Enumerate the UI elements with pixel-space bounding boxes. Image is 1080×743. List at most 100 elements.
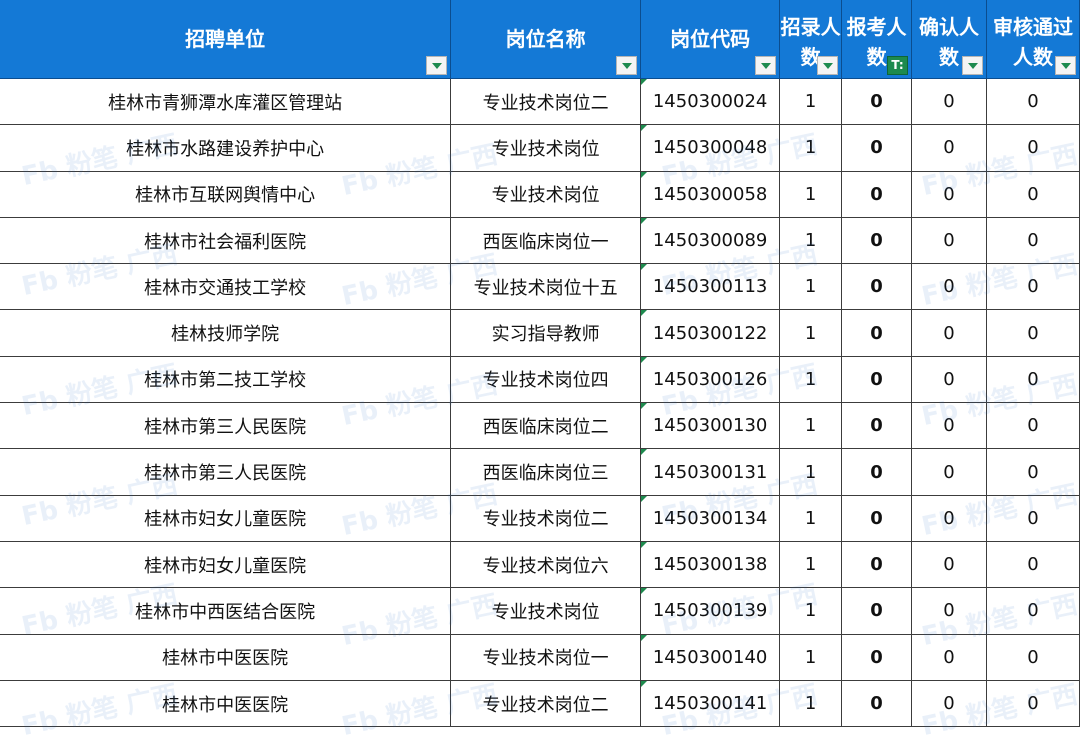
cell-position[interactable]: 专业技术岗位一	[450, 634, 642, 681]
cell-unit[interactable]: 桂林市中医医院	[0, 634, 452, 681]
cell-code[interactable]: 1450300122	[640, 309, 781, 357]
cell-hire-count[interactable]: 1	[779, 356, 843, 404]
cell-hire-count[interactable]: 1	[779, 78, 843, 126]
cell-confirm-count[interactable]: 0	[911, 217, 987, 265]
filter-dropdown-icon[interactable]	[426, 56, 448, 75]
cell-hire-count[interactable]: 1	[779, 171, 843, 218]
cell-unit[interactable]: 桂林市中西医结合医院	[0, 587, 452, 635]
cell-approved-count[interactable]: 0	[986, 309, 1080, 357]
cell-position[interactable]: 专业技术岗位二	[450, 495, 642, 542]
cell-position[interactable]: 专业技术岗位	[450, 587, 642, 635]
cell-position[interactable]: 专业技术岗位四	[450, 356, 642, 404]
cell-approved-count[interactable]: 0	[986, 78, 1080, 126]
cell-position[interactable]: 专业技术岗位十五	[450, 263, 642, 311]
cell-confirm-count[interactable]: 0	[911, 541, 987, 589]
cell-confirm-count[interactable]: 0	[911, 309, 987, 357]
filter-dropdown-icon[interactable]	[755, 56, 777, 75]
cell-apply-count[interactable]: 0	[841, 356, 913, 404]
cell-apply-count[interactable]: 0	[841, 402, 913, 450]
filter-active-icon[interactable]: T:	[887, 56, 909, 75]
cell-unit[interactable]: 桂林市妇女儿童医院	[0, 541, 452, 589]
table-row[interactable]: 桂林市互联网舆情中心 专业技术岗位 1450300058 1 0 0 0	[0, 171, 1080, 218]
cell-approved-count[interactable]: 0	[986, 171, 1080, 218]
table-row[interactable]: 桂林市青狮潭水库灌区管理站 专业技术岗位二 1450300024 1 0 0 0	[0, 78, 1080, 126]
cell-hire-count[interactable]: 1	[779, 541, 843, 589]
cell-unit[interactable]: 桂林市妇女儿童医院	[0, 495, 452, 542]
cell-position[interactable]: 实习指导教师	[450, 309, 642, 357]
table-row[interactable]: 桂林市第二技工学校 专业技术岗位四 1450300126 1 0 0 0	[0, 356, 1080, 404]
table-row[interactable]: 桂林市第三人民医院 西医临床岗位二 1450300130 1 0 0 0	[0, 402, 1080, 450]
cell-confirm-count[interactable]: 0	[911, 634, 987, 681]
table-row[interactable]: 桂林市交通技工学校 专业技术岗位十五 1450300113 1 0 0 0	[0, 263, 1080, 311]
cell-apply-count[interactable]: 0	[841, 171, 913, 218]
cell-hire-count[interactable]: 1	[779, 124, 843, 172]
cell-approved-count[interactable]: 0	[986, 587, 1080, 635]
cell-confirm-count[interactable]: 0	[911, 448, 987, 496]
cell-position[interactable]: 西医临床岗位二	[450, 402, 642, 450]
table-row[interactable]: 桂林市中西医结合医院 专业技术岗位 1450300139 1 0 0 0	[0, 587, 1080, 635]
cell-approved-count[interactable]: 0	[986, 263, 1080, 311]
cell-position[interactable]: 西医临床岗位三	[450, 448, 642, 496]
cell-apply-count[interactable]: 0	[841, 541, 913, 589]
cell-code[interactable]: 1450300130	[640, 402, 781, 450]
cell-confirm-count[interactable]: 0	[911, 402, 987, 450]
table-row[interactable]: 桂林市中医医院 专业技术岗位一 1450300140 1 0 0 0	[0, 634, 1080, 681]
cell-approved-count[interactable]: 0	[986, 402, 1080, 450]
cell-confirm-count[interactable]: 0	[911, 78, 987, 126]
cell-hire-count[interactable]: 1	[779, 448, 843, 496]
cell-approved-count[interactable]: 0	[986, 495, 1080, 542]
cell-unit[interactable]: 桂林市交通技工学校	[0, 263, 452, 311]
table-row[interactable]: 桂林市水路建设养护中心 专业技术岗位 1450300048 1 0 0 0	[0, 124, 1080, 172]
cell-apply-count[interactable]: 0	[841, 309, 913, 357]
table-row[interactable]: 桂林市社会福利医院 西医临床岗位一 1450300089 1 0 0 0	[0, 217, 1080, 265]
cell-apply-count[interactable]: 0	[841, 124, 913, 172]
cell-approved-count[interactable]: 0	[986, 124, 1080, 172]
cell-confirm-count[interactable]: 0	[911, 356, 987, 404]
cell-hire-count[interactable]: 1	[779, 309, 843, 357]
cell-apply-count[interactable]: 0	[841, 587, 913, 635]
cell-code[interactable]: 1450300139	[640, 587, 781, 635]
cell-apply-count[interactable]: 0	[841, 495, 913, 542]
cell-hire-count[interactable]: 1	[779, 402, 843, 450]
cell-unit[interactable]: 桂林市社会福利医院	[0, 217, 452, 265]
cell-hire-count[interactable]: 1	[779, 634, 843, 681]
cell-apply-count[interactable]: 0	[841, 448, 913, 496]
cell-apply-count[interactable]: 0	[841, 634, 913, 681]
cell-code[interactable]: 1450300126	[640, 356, 781, 404]
cell-apply-count[interactable]: 0	[841, 217, 913, 265]
table-row[interactable]: 桂林市第三人民医院 西医临床岗位三 1450300131 1 0 0 0	[0, 448, 1080, 496]
cell-code[interactable]: 1450300089	[640, 217, 781, 265]
cell-approved-count[interactable]: 0	[986, 217, 1080, 265]
filter-dropdown-icon[interactable]	[1055, 56, 1076, 75]
cell-code[interactable]: 1450300048	[640, 124, 781, 172]
cell-code[interactable]: 1450300113	[640, 263, 781, 311]
cell-position[interactable]: 西医临床岗位一	[450, 217, 642, 265]
cell-approved-count[interactable]: 0	[986, 541, 1080, 589]
cell-position[interactable]: 专业技术岗位六	[450, 541, 642, 589]
cell-approved-count[interactable]: 0	[986, 356, 1080, 404]
cell-approved-count[interactable]: 0	[986, 634, 1080, 681]
cell-position[interactable]: 专业技术岗位	[450, 171, 642, 218]
cell-confirm-count[interactable]: 0	[911, 124, 987, 172]
cell-hire-count[interactable]: 1	[779, 495, 843, 542]
table-row[interactable]: 桂林技师学院 实习指导教师 1450300122 1 0 0 0	[0, 309, 1080, 357]
cell-hire-count[interactable]: 1	[779, 217, 843, 265]
cell-confirm-count[interactable]: 0	[911, 495, 987, 542]
cell-code[interactable]: 1450300131	[640, 448, 781, 496]
cell-code[interactable]: 1450300138	[640, 541, 781, 589]
cell-unit[interactable]: 桂林市第二技工学校	[0, 356, 452, 404]
cell-code[interactable]: 1450300134	[640, 495, 781, 542]
cell-approved-count[interactable]: 0	[986, 448, 1080, 496]
cell-code[interactable]: 1450300024	[640, 78, 781, 126]
table-row[interactable]: 桂林市妇女儿童医院 专业技术岗位二 1450300134 1 0 0 0	[0, 495, 1080, 542]
cell-position[interactable]: 专业技术岗位二	[450, 78, 642, 126]
cell-code[interactable]: 1450300140	[640, 634, 781, 681]
cell-unit[interactable]: 桂林市青狮潭水库灌区管理站	[0, 78, 452, 126]
cell-unit[interactable]: 桂林技师学院	[0, 309, 452, 357]
cell-apply-count[interactable]: 0	[841, 263, 913, 311]
cell-apply-count[interactable]: 0	[841, 78, 913, 126]
cell-unit[interactable]: 桂林市水路建设养护中心	[0, 124, 452, 172]
cell-unit[interactable]: 桂林市第三人民医院	[0, 402, 452, 450]
cell-hire-count[interactable]: 1	[779, 587, 843, 635]
filter-dropdown-icon[interactable]	[962, 56, 983, 75]
